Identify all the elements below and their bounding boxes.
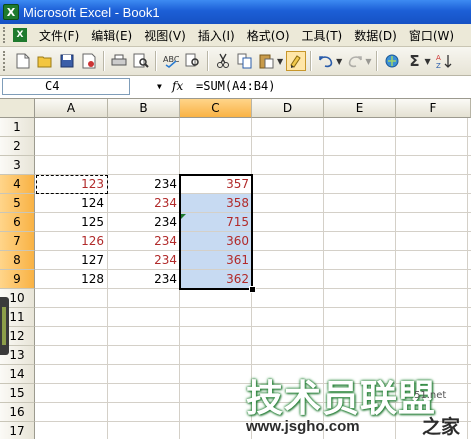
gridline (35, 326, 471, 327)
row-header-9[interactable]: 9 (0, 270, 35, 289)
copy-marquee (36, 175, 108, 194)
select-all-button[interactable] (0, 99, 35, 118)
row-header-15[interactable]: 15 (0, 384, 35, 403)
menu-bar: X 文件(F) 编辑(E) 视图(V) 插入(I) 格式(O) 工具(T) 数据… (0, 24, 471, 47)
name-box-dropdown-icon[interactable]: ▼ (115, 79, 162, 94)
row-header-5[interactable]: 5 (0, 194, 35, 213)
document-icon[interactable]: X (13, 28, 27, 42)
menu-data[interactable]: 数据(D) (348, 27, 403, 44)
save-icon[interactable] (57, 51, 77, 71)
cell-b5[interactable]: 234 (108, 194, 180, 213)
row-header-1[interactable]: 1 (0, 118, 35, 137)
menu-view[interactable]: 视图(V) (138, 27, 192, 44)
cell-b9[interactable]: 234 (108, 270, 180, 289)
excel-app-icon[interactable]: X (3, 4, 19, 20)
window-title: Microsoft Excel - Book1 (23, 4, 160, 20)
gridline (35, 136, 471, 137)
new-icon[interactable] (13, 51, 33, 71)
row-header-7[interactable]: 7 (0, 232, 35, 251)
menu-edit[interactable]: 编辑(E) (85, 27, 138, 44)
print-preview-icon[interactable] (131, 51, 151, 71)
watermark-brand-text: 之家 (422, 416, 461, 438)
menu-file[interactable]: 文件(F) (33, 27, 85, 44)
fill-handle[interactable] (249, 286, 256, 293)
watermark-main-text: 技术员联盟 (246, 377, 436, 420)
menu-insert[interactable]: 插入(I) (192, 27, 241, 44)
selection-border (179, 174, 253, 290)
col-header-d[interactable]: D (252, 99, 324, 118)
cell-b8[interactable]: 234 (108, 251, 180, 270)
gridline (35, 345, 471, 346)
cell-b6[interactable]: 234 (108, 213, 180, 232)
spelling-icon[interactable]: ABC (161, 51, 181, 71)
autosum-dropdown-icon[interactable]: ▼ (424, 57, 430, 66)
insert-function-icon[interactable]: fx (172, 79, 183, 93)
side-dock-handle[interactable] (0, 297, 9, 355)
standard-toolbar: ABC ▼ ▼ ▼ Σ ▼ AZ (0, 47, 471, 76)
row-header-4[interactable]: 4 (0, 175, 35, 194)
format-painter-icon[interactable] (286, 51, 307, 71)
row-header-2[interactable]: 2 (0, 137, 35, 156)
toolbar-separator (103, 51, 105, 71)
toolbar-separator (376, 51, 379, 71)
cut-icon[interactable] (213, 51, 233, 71)
side-dock-grip (2, 307, 6, 345)
svg-text:ABC: ABC (163, 55, 179, 64)
gridline (35, 307, 471, 308)
watermark: 技术员联盟 51.net www.jsgho.com 之家 (246, 368, 471, 439)
formula-input[interactable]: =SUM(A4:B4) (196, 79, 275, 93)
research-icon[interactable] (183, 51, 203, 71)
col-header-f[interactable]: F (396, 99, 471, 118)
sort-ascending-icon[interactable]: AZ (434, 51, 454, 71)
title-bar: X Microsoft Excel - Book1 (0, 0, 471, 24)
watermark-tail-text: 51.net (414, 390, 447, 401)
autosum-icon[interactable]: Σ (404, 51, 424, 71)
cell-a7[interactable]: 126 (35, 232, 107, 251)
row-header-3[interactable]: 3 (0, 156, 35, 175)
paste-dropdown-icon[interactable]: ▼ (277, 57, 283, 66)
col-header-e[interactable]: E (324, 99, 396, 118)
menu-grip-handle[interactable] (3, 27, 9, 43)
menu-tools[interactable]: 工具(T) (296, 27, 349, 44)
open-icon[interactable] (35, 51, 55, 71)
row-header-17[interactable]: 17 (0, 422, 35, 439)
redo-dropdown-icon[interactable]: ▼ (365, 57, 371, 66)
undo-icon[interactable] (316, 51, 336, 71)
undo-dropdown-icon[interactable]: ▼ (336, 57, 342, 66)
cell-a6[interactable]: 125 (35, 213, 107, 232)
gridline (35, 155, 471, 156)
row-header-8[interactable]: 8 (0, 251, 35, 270)
paste-icon[interactable] (257, 51, 277, 71)
row-header-16[interactable]: 16 (0, 403, 35, 422)
col-header-c[interactable]: C (180, 99, 252, 118)
cell-a5[interactable]: 124 (35, 194, 107, 213)
col-header-b[interactable]: B (108, 99, 180, 118)
cell-b4[interactable]: 234 (108, 175, 180, 194)
cell-a9[interactable]: 128 (35, 270, 107, 289)
toolbar-separator (310, 51, 313, 71)
row-header-14[interactable]: 14 (0, 365, 35, 384)
cell-b7[interactable]: 234 (108, 232, 180, 251)
toolbar-separator (207, 51, 209, 71)
toolbar-grip-handle[interactable] (3, 51, 8, 71)
redo-icon[interactable] (345, 51, 365, 71)
name-box[interactable]: C4 ▼ (2, 78, 162, 95)
svg-text:Z: Z (436, 62, 441, 69)
row-header-6[interactable]: 6 (0, 213, 35, 232)
name-box-value: C4 (45, 79, 60, 93)
print-icon[interactable] (109, 51, 129, 71)
svg-text:A: A (436, 54, 441, 62)
cell-a8[interactable]: 127 (35, 251, 107, 270)
menu-format[interactable]: 格式(O) (241, 27, 296, 44)
formula-bar: C4 ▼ fx =SUM(A4:B4) (0, 76, 471, 99)
menu-window[interactable]: 窗口(W) (403, 27, 460, 44)
gridline (35, 364, 471, 365)
col-header-a[interactable]: A (35, 99, 108, 118)
copy-icon[interactable] (235, 51, 255, 71)
toolbar-separator (155, 51, 157, 71)
hyperlink-icon[interactable] (382, 51, 402, 71)
permission-icon[interactable] (79, 51, 99, 71)
watermark-url-text: www.jsgho.com (246, 418, 360, 435)
